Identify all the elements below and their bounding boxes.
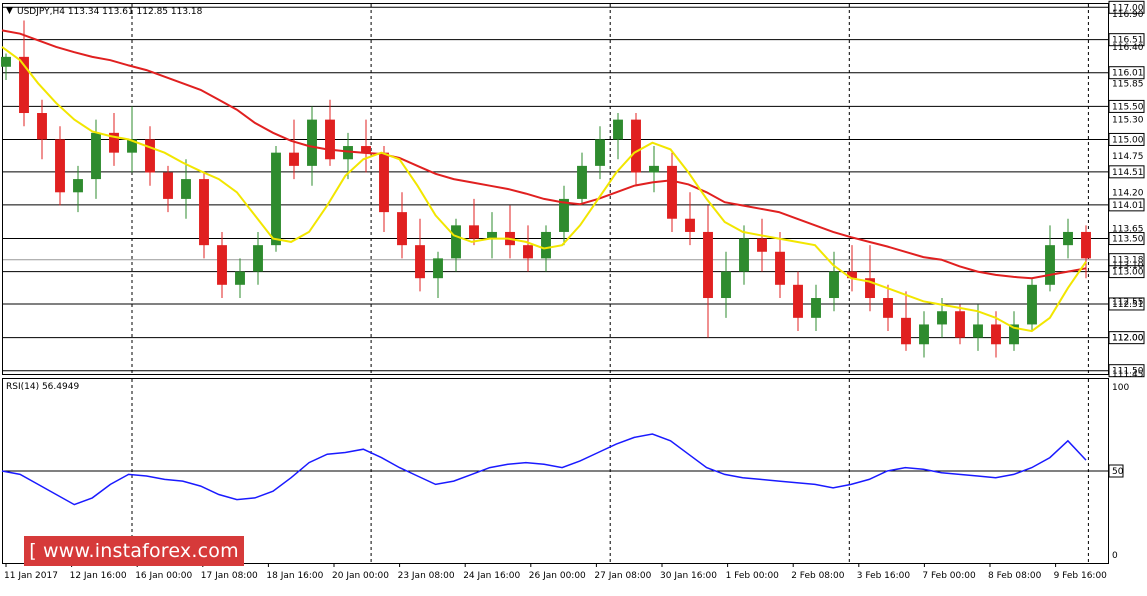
price-tick-label: 114.20 — [1112, 188, 1144, 198]
price-tick-label: 113.10 — [1112, 261, 1144, 271]
time-tick-label: 9 Feb 16:00 — [1054, 571, 1108, 581]
price-tick-label: 112.55 — [1112, 297, 1144, 307]
bearish-candle — [145, 139, 155, 173]
price-level-label: 113.50 — [1112, 235, 1144, 245]
time-tick-label: 3 Feb 16:00 — [857, 571, 911, 581]
bullish-candle — [73, 179, 83, 193]
bullish-candle — [1, 56, 11, 67]
time-tick-label: 23 Jan 08:00 — [398, 571, 455, 581]
bearish-candle — [469, 225, 479, 239]
bearish-candle — [955, 311, 965, 338]
price-level-label: 116.01 — [1112, 69, 1144, 79]
bullish-candle — [307, 119, 317, 166]
chart-title: USDJPY,H4 113.34 113.61 112.85 113.18 — [17, 7, 203, 17]
time-tick-label: 11 Jan 2017 — [4, 571, 58, 581]
time-tick-label: 30 Jan 16:00 — [660, 571, 717, 581]
bullish-candle — [271, 152, 281, 246]
time-tick-label: 7 Feb 00:00 — [922, 571, 976, 581]
bullish-candle — [487, 231, 497, 239]
bullish-candle — [181, 179, 191, 199]
time-tick-label: 16 Jan 00:00 — [135, 571, 192, 581]
bearish-candle — [775, 251, 785, 285]
price-tick-label: 113.65 — [1112, 225, 1144, 235]
bullish-candle — [451, 225, 461, 259]
price-level-label: 115.50 — [1112, 102, 1144, 112]
bearish-candle — [631, 119, 641, 173]
bullish-candle — [829, 271, 839, 299]
bullish-candle — [649, 165, 659, 173]
bullish-candle — [253, 245, 263, 272]
time-tick-label: 27 Jan 08:00 — [594, 571, 651, 581]
bearish-candle — [289, 152, 299, 166]
price-level-label: 115.00 — [1112, 135, 1144, 145]
price-tick-label: 115.30 — [1112, 116, 1144, 126]
bullish-candle — [235, 271, 245, 285]
bullish-candle — [1045, 245, 1055, 285]
bearish-candle — [379, 152, 389, 213]
bullish-candle — [577, 165, 587, 199]
time-tick-label: 26 Jan 00:00 — [529, 571, 586, 581]
bearish-candle — [685, 218, 695, 232]
bullish-candle — [811, 298, 821, 318]
bullish-candle — [1027, 284, 1037, 325]
time-tick-label: 18 Jan 16:00 — [266, 571, 323, 581]
rsi-tick-label: 100 — [1112, 383, 1129, 393]
bearish-candle — [325, 119, 335, 160]
bullish-candle — [91, 132, 101, 180]
bullish-candle — [541, 231, 551, 259]
bearish-candle — [523, 245, 533, 259]
time-tick-label: 1 Feb 00:00 — [726, 571, 780, 581]
time-tick-label: 2 Feb 08:00 — [791, 571, 845, 581]
price-level-label: 114.01 — [1112, 201, 1144, 211]
price-tick-label: 114.75 — [1112, 152, 1144, 162]
bearish-candle — [415, 245, 425, 279]
price-tick-label: 115.85 — [1112, 79, 1144, 89]
price-level-label: 114.51 — [1112, 168, 1144, 178]
price-tick-label: 111.45 — [1112, 370, 1144, 380]
rsi-tick-label: 0 — [1112, 551, 1118, 561]
rsi-title: RSI(14) 56.4949 — [6, 382, 79, 392]
symbol-dropdown-icon[interactable]: ▼ — [6, 6, 13, 16]
chart-canvas: 100500 117.00116.51116.01115.50115.00114… — [1, 0, 1145, 581]
time-tick-label: 17 Jan 08:00 — [201, 571, 258, 581]
bearish-candle — [703, 231, 713, 299]
bullish-candle — [721, 271, 731, 299]
bearish-candle — [199, 179, 209, 246]
bullish-candle — [919, 324, 929, 345]
instaforex-logo[interactable]: [ www.instaforex.com ] — [24, 536, 244, 592]
time-tick-label: 8 Feb 08:00 — [988, 571, 1042, 581]
bearish-candle — [901, 317, 911, 345]
bullish-candle — [595, 139, 605, 166]
bearish-candle — [883, 298, 893, 318]
bullish-candle — [433, 258, 443, 279]
bullish-candle — [937, 311, 947, 325]
bearish-candle — [163, 172, 173, 199]
bearish-candle — [55, 139, 65, 193]
bullish-candle — [559, 198, 569, 232]
time-tick-label: 12 Jan 16:00 — [70, 571, 127, 581]
time-tick-label: 24 Jan 16:00 — [463, 571, 520, 581]
bearish-candle — [667, 165, 677, 219]
bearish-candle — [991, 324, 1001, 345]
bullish-candle — [613, 119, 623, 140]
price-tick-label: 116.90 — [1112, 10, 1144, 20]
bearish-candle — [757, 238, 767, 252]
bearish-candle — [397, 212, 407, 246]
price-tick-label: 112.00 — [1112, 334, 1144, 344]
rsi-tick-label: 50 — [1112, 467, 1124, 477]
bullish-candle — [1063, 231, 1073, 246]
bearish-candle — [217, 245, 227, 285]
time-tick-label: 20 Jan 00:00 — [332, 571, 389, 581]
bearish-candle — [793, 284, 803, 318]
bearish-candle — [1081, 231, 1091, 259]
price-tick-label: 116.40 — [1112, 43, 1144, 53]
bullish-candle — [973, 324, 983, 338]
bullish-candle — [739, 238, 749, 272]
bearish-candle — [37, 113, 47, 140]
price-axis: 117.00116.51116.01115.50115.00114.51114.… — [1108, 0, 1145, 380]
